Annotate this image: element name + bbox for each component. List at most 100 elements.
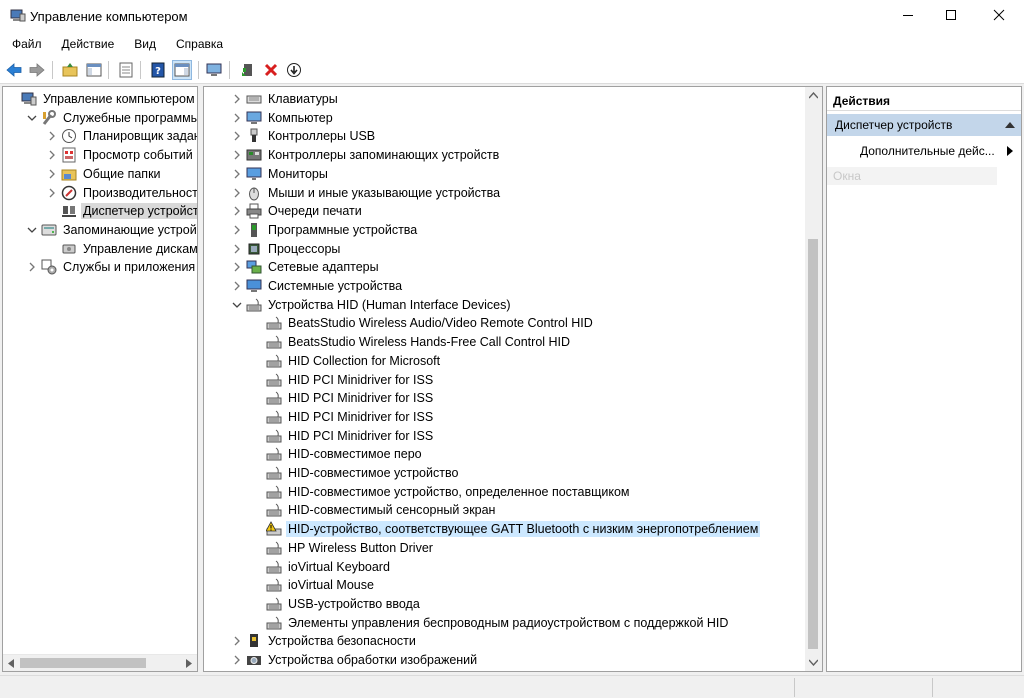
device-tree-item[interactable]: Мониторы: [230, 165, 330, 183]
device-tree-item[interactable]: Очереди печати: [230, 202, 364, 220]
hid-icon: [266, 465, 282, 481]
device-tree-item[interactable]: HID PCI Minidriver for ISS: [250, 427, 435, 445]
nav-tree-item[interactable]: Службы и приложения: [25, 258, 197, 276]
device-tree-item[interactable]: HID Collection for Microsoft: [250, 352, 442, 370]
scroll-right-icon[interactable]: [185, 659, 193, 668]
device-tree-item[interactable]: HID PCI Minidriver for ISS: [250, 371, 435, 389]
menu-view[interactable]: Вид: [122, 34, 164, 56]
nav-tree-item-label: Планировщик заданий: [83, 129, 197, 144]
device-tree-item[interactable]: Контроллеры запоминающих устройств: [230, 146, 501, 164]
device-tree-item[interactable]: Процессоры: [230, 240, 342, 258]
back-icon: [6, 63, 22, 77]
collapse-chevron-icon[interactable]: [25, 223, 39, 237]
scroll-up-icon[interactable]: [809, 92, 818, 99]
expand-chevron-icon[interactable]: [230, 242, 244, 256]
device-tree-item[interactable]: Мыши и иные указывающие устройства: [230, 184, 502, 202]
expand-chevron-icon[interactable]: [230, 634, 244, 648]
device-tree-item[interactable]: Клавиатуры: [230, 90, 340, 108]
device-tree-item[interactable]: HID-устройство, соответствующее GATT Blu…: [250, 520, 761, 538]
expand-chevron-icon[interactable]: [230, 167, 244, 181]
scroll-left-icon[interactable]: [7, 659, 15, 668]
expand-chevron-icon[interactable]: [45, 167, 59, 181]
minimize-button[interactable]: [885, 0, 931, 30]
uninstall-button[interactable]: [261, 60, 281, 80]
nav-tree-item[interactable]: Управление компьютером (лс: [5, 90, 197, 108]
scroll-down-icon[interactable]: [809, 659, 818, 666]
device-tree-item[interactable]: ioVirtual Keyboard: [250, 558, 392, 576]
expand-chevron-icon[interactable]: [230, 204, 244, 218]
device-tree-item[interactable]: Устройства HID (Human Interface Devices): [230, 296, 513, 314]
collapse-up-icon[interactable]: [1005, 121, 1015, 128]
expand-chevron-icon[interactable]: [230, 148, 244, 162]
back-button[interactable]: [4, 60, 24, 80]
more-actions-item[interactable]: Дополнительные дейс...: [827, 140, 1021, 162]
nav-tree-item[interactable]: Просмотр событий: [45, 146, 195, 164]
expand-chevron-icon[interactable]: [230, 653, 244, 667]
nav-tree-item[interactable]: Производительность: [45, 184, 197, 202]
menu-file[interactable]: Файл: [0, 34, 50, 56]
vertical-scroll-thumb[interactable]: [808, 239, 818, 649]
update-driver-button[interactable]: [238, 60, 258, 80]
expand-chevron-icon[interactable]: [45, 129, 59, 143]
forward-button[interactable]: [27, 60, 47, 80]
show-hide-tree-button[interactable]: [84, 60, 104, 80]
nav-tree-item[interactable]: Запоминающие устройств: [25, 221, 197, 239]
device-tree-item[interactable]: Компьютер: [230, 109, 335, 127]
device-tree-item[interactable]: USB-устройство ввода: [250, 595, 422, 613]
nav-tree-item[interactable]: Служебные программы: [25, 109, 197, 127]
scan-hardware-button[interactable]: [205, 60, 225, 80]
close-button[interactable]: [976, 0, 1022, 30]
expand-chevron-icon[interactable]: [45, 148, 59, 162]
expand-chevron-icon[interactable]: [230, 260, 244, 274]
device-tree-item[interactable]: BeatsStudio Wireless Audio/Video Remote …: [250, 314, 595, 332]
horizontal-scroll-thumb[interactable]: [20, 658, 146, 668]
nav-tree-item[interactable]: Общие папки: [45, 165, 163, 183]
hid-icon: [266, 372, 282, 388]
maximize-button[interactable]: [928, 0, 974, 30]
vertical-scrollbar[interactable]: [805, 87, 822, 671]
up-folder-button[interactable]: [60, 60, 80, 80]
menu-action[interactable]: Действие: [50, 34, 123, 56]
device-tree-item[interactable]: Контроллеры USB: [230, 127, 377, 145]
collapse-chevron-icon[interactable]: [230, 298, 244, 312]
menu-bar: Файл Действие Вид Справка: [0, 34, 1024, 56]
device-tree-item[interactable]: BeatsStudio Wireless Hands-Free Call Con…: [250, 333, 572, 351]
device-tree-item[interactable]: Системные устройства: [230, 277, 404, 295]
device-tree-item[interactable]: Устройства обработки изображений: [230, 651, 479, 669]
disable-device-button[interactable]: [284, 60, 304, 80]
menu-help[interactable]: Справка: [164, 34, 231, 56]
nav-tree-item[interactable]: Управление дисками: [45, 240, 197, 258]
properties-button[interactable]: [116, 60, 136, 80]
actions-header: Действия: [827, 91, 1021, 111]
device-tree-item[interactable]: Устройства безопасности: [230, 632, 418, 650]
device-tree-item[interactable]: HID PCI Minidriver for ISS: [250, 408, 435, 426]
nav-tree-item[interactable]: Планировщик заданий: [45, 127, 197, 145]
expand-chevron-icon[interactable]: [230, 111, 244, 125]
device-tree-item[interactable]: HID-совместимое перо: [250, 445, 424, 463]
help-button[interactable]: ?: [148, 60, 168, 80]
device-tree-item[interactable]: HID-совместимый сенсорный экран: [250, 501, 497, 519]
show-hide-action-pane-button[interactable]: [172, 60, 192, 80]
device-tree-item[interactable]: ioVirtual Mouse: [250, 576, 376, 594]
expand-chevron-icon[interactable]: [230, 223, 244, 237]
expand-chevron-icon[interactable]: [230, 92, 244, 106]
device-tree-item[interactable]: HID PCI Minidriver for ISS: [250, 389, 435, 407]
device-tree-item[interactable]: Программные устройства: [230, 221, 419, 239]
expand-chevron-icon[interactable]: [230, 186, 244, 200]
device-tree-item[interactable]: HID-совместимое устройство, определенное…: [250, 483, 632, 501]
nav-tree-item[interactable]: Диспетчер устройств: [45, 202, 197, 220]
expand-chevron-icon[interactable]: [230, 129, 244, 143]
horizontal-scrollbar[interactable]: [3, 654, 197, 671]
device-tree-item[interactable]: Сетевые адаптеры: [230, 258, 381, 276]
device-tree-item[interactable]: Элементы управления беспроводным радиоус…: [250, 614, 730, 632]
collapse-chevron-icon[interactable]: [25, 111, 39, 125]
actions-group-device-manager[interactable]: Диспетчер устройств: [827, 114, 1021, 136]
expand-chevron-icon[interactable]: [230, 279, 244, 293]
device-tree-item[interactable]: HP Wireless Button Driver: [250, 539, 435, 557]
expand-chevron-icon[interactable]: [25, 260, 39, 274]
device-tree-item[interactable]: HID-совместимое устройство: [250, 464, 460, 482]
expand-chevron-icon[interactable]: [45, 186, 59, 200]
